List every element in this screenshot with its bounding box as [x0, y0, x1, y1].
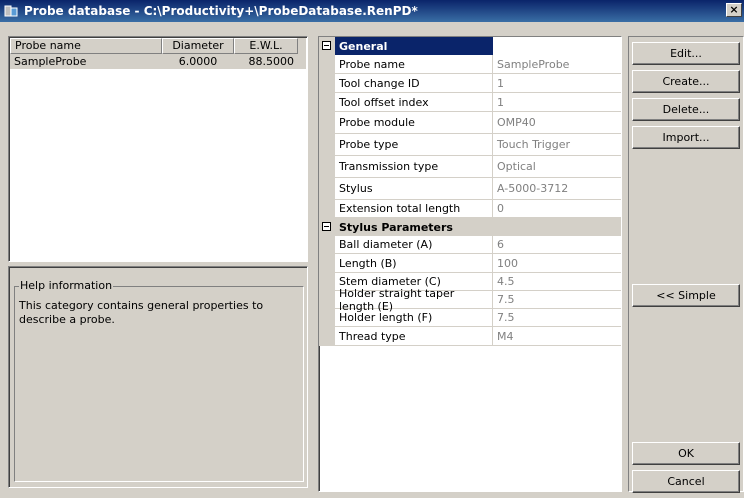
- property-value[interactable]: Touch Trigger: [493, 134, 621, 156]
- property-row[interactable]: Holder length (F) 7.5: [319, 309, 621, 327]
- gutter: [319, 327, 335, 346]
- delete-button[interactable]: Delete...: [632, 98, 740, 121]
- category-label: Stylus Parameters: [335, 218, 493, 236]
- edit-button[interactable]: Edit...: [632, 42, 740, 65]
- table-row[interactable]: SampleProbe 6.0000 88.5000: [10, 54, 306, 69]
- collapse-icon[interactable]: [322, 41, 331, 50]
- property-value[interactable]: 1: [493, 74, 621, 93]
- gutter: [319, 93, 335, 112]
- help-group: Help information This category contains …: [14, 279, 304, 482]
- help-legend: Help information: [19, 279, 114, 292]
- cell-ewl: 88.5000: [248, 55, 295, 68]
- window-title: Probe database - C:\Productivity+\ProbeD…: [24, 4, 418, 18]
- property-row[interactable]: Tool offset index 1: [319, 93, 621, 112]
- cancel-button[interactable]: Cancel: [632, 470, 740, 493]
- column-header-diameter[interactable]: Diameter: [162, 38, 234, 54]
- gutter: [319, 273, 335, 291]
- gutter: [319, 156, 335, 178]
- close-button[interactable]: ×: [726, 3, 742, 17]
- category-label: General: [335, 37, 493, 55]
- gutter: [319, 37, 335, 55]
- property-row[interactable]: Ball diameter (A) 6: [319, 236, 621, 254]
- property-value[interactable]: 7.5: [493, 309, 621, 327]
- gutter: [319, 74, 335, 93]
- property-value[interactable]: 100: [493, 254, 621, 273]
- property-value[interactable]: 1: [493, 93, 621, 112]
- category-value: [493, 218, 621, 236]
- property-name: Tool offset index: [335, 93, 493, 112]
- category-general[interactable]: General: [319, 37, 621, 55]
- probe-list[interactable]: Probe name Diameter E.W.L. SampleProbe 6…: [8, 36, 308, 262]
- property-value[interactable]: OMP40: [493, 112, 621, 134]
- property-name: Probe name: [335, 55, 493, 74]
- help-panel: Help information This category contains …: [8, 266, 308, 488]
- property-name: Holder length (F): [335, 309, 493, 327]
- gutter: [319, 178, 335, 200]
- help-text: This category contains general propertie…: [19, 299, 264, 326]
- property-value[interactable]: 6: [493, 236, 621, 254]
- property-value[interactable]: SampleProbe: [493, 55, 621, 74]
- property-name: Transmission type: [335, 156, 493, 178]
- property-value[interactable]: A-5000-3712: [493, 178, 621, 200]
- property-row[interactable]: Length (B) 100: [319, 254, 621, 273]
- collapse-icon[interactable]: [322, 222, 331, 231]
- create-button[interactable]: Create...: [632, 70, 740, 93]
- property-name: Stylus: [335, 178, 493, 200]
- property-value[interactable]: 7.5: [493, 291, 621, 309]
- list-header: Probe name Diameter E.W.L.: [10, 38, 306, 54]
- ok-button[interactable]: OK: [632, 442, 740, 465]
- category-value: [493, 37, 621, 55]
- property-name: Probe module: [335, 112, 493, 134]
- gutter: [319, 236, 335, 254]
- gutter: [319, 309, 335, 327]
- property-row[interactable]: Probe name SampleProbe: [319, 55, 621, 74]
- gutter: [319, 291, 335, 309]
- property-name: Thread type: [335, 327, 493, 346]
- column-header-probe-name[interactable]: Probe name: [10, 38, 162, 54]
- gutter: [319, 218, 335, 236]
- gutter: [319, 134, 335, 156]
- gutter: [319, 112, 335, 134]
- cell-diameter: 6.0000: [178, 55, 218, 68]
- title-bar: Probe database - C:\Productivity+\ProbeD…: [0, 0, 744, 22]
- import-button[interactable]: Import...: [632, 126, 740, 149]
- cell-probe-name: SampleProbe: [14, 55, 87, 68]
- property-name: Probe type: [335, 134, 493, 156]
- property-name: Holder straight taper length (E): [335, 287, 493, 313]
- property-value[interactable]: 0: [493, 200, 621, 218]
- property-row[interactable]: Probe type Touch Trigger: [319, 134, 621, 156]
- category-stylus-parameters[interactable]: Stylus Parameters: [319, 218, 621, 236]
- property-row[interactable]: Transmission type Optical: [319, 156, 621, 178]
- property-name: Extension total length: [335, 200, 493, 218]
- gutter: [319, 55, 335, 74]
- gutter: [319, 200, 335, 218]
- column-header-ewl[interactable]: E.W.L.: [234, 38, 298, 54]
- property-row[interactable]: Thread type M4: [319, 327, 621, 346]
- property-row[interactable]: Probe module OMP40: [319, 112, 621, 134]
- property-value[interactable]: 4.5: [493, 273, 621, 291]
- gutter: [319, 254, 335, 273]
- property-name: Length (B): [335, 254, 493, 273]
- property-value[interactable]: M4: [493, 327, 621, 346]
- database-icon: [4, 5, 18, 17]
- property-row[interactable]: Stylus A-5000-3712: [319, 178, 621, 200]
- property-row[interactable]: Holder straight taper length (E) 7.5: [319, 287, 621, 313]
- property-value[interactable]: Optical: [493, 156, 621, 178]
- property-name: Tool change ID: [335, 74, 493, 93]
- property-name: Ball diameter (A): [335, 236, 493, 254]
- simple-button[interactable]: << Simple: [632, 284, 740, 307]
- property-row[interactable]: Tool change ID 1: [319, 74, 621, 93]
- property-row[interactable]: Extension total length 0: [319, 200, 621, 218]
- property-grid[interactable]: General Probe name SampleProbe Tool chan…: [318, 36, 622, 492]
